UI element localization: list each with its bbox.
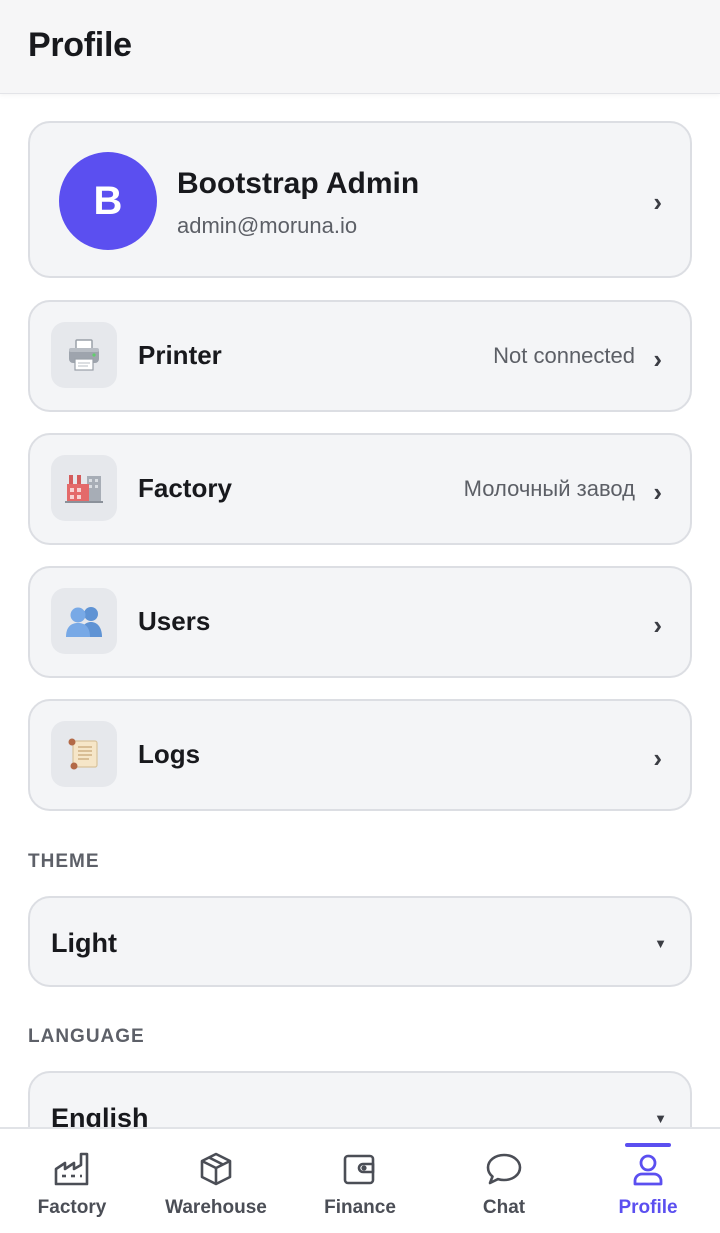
caret-down-icon: ▼: [654, 1111, 667, 1126]
tab-label: Factory: [37, 1197, 107, 1218]
tab-profile[interactable]: Profile: [576, 1129, 720, 1233]
tab-label: Profile: [618, 1197, 678, 1218]
settings-row-logs[interactable]: Logs ›: [28, 699, 692, 811]
caret-down-icon: ▼: [654, 936, 667, 951]
row-label-printer: Printer: [138, 340, 222, 370]
page-title: Profile: [28, 26, 132, 64]
factory-icon: [51, 455, 117, 521]
settings-row-factory[interactable]: Factory Молочный завод ›: [28, 433, 692, 545]
chevron-right-icon: ›: [653, 344, 662, 374]
user-name: Bootstrap Admin: [177, 167, 420, 200]
printer-icon: [51, 322, 117, 388]
theme-select[interactable]: Light ▼: [28, 896, 692, 987]
box-icon: [200, 1152, 232, 1186]
tab-chat[interactable]: Chat: [432, 1129, 576, 1233]
chat-bubble-icon: [486, 1153, 522, 1185]
settings-row-printer[interactable]: Printer Not connected ›: [28, 300, 692, 412]
person-icon: [633, 1154, 663, 1186]
language-section-label: LANGUAGE: [28, 1026, 145, 1047]
theme-section-label: THEME: [28, 851, 100, 872]
chevron-right-icon: ›: [653, 477, 662, 507]
chevron-right-icon: ›: [653, 187, 662, 217]
row-label-users: Users: [138, 606, 211, 636]
row-label-factory: Factory: [138, 473, 232, 503]
factory-icon: [54, 1152, 89, 1186]
tab-warehouse[interactable]: Warehouse: [144, 1129, 288, 1233]
user-email: admin@moruna.io: [177, 213, 358, 238]
theme-select-value: Light: [51, 928, 117, 958]
active-tab-indicator: [625, 1143, 671, 1147]
wallet-icon: [343, 1154, 375, 1185]
row-value-factory-name: Молочный завод: [463, 476, 635, 501]
chevron-right-icon: ›: [653, 610, 662, 640]
tab-factory[interactable]: Factory: [0, 1129, 144, 1233]
scroll-icon: [51, 721, 117, 787]
row-label-logs: Logs: [138, 739, 201, 769]
avatar: B: [59, 152, 157, 250]
tab-finance[interactable]: Finance: [288, 1129, 432, 1233]
user-profile-card[interactable]: B Bootstrap Admin admin@moruna.io ›: [28, 121, 692, 278]
app-header: Profile: [0, 0, 720, 94]
tab-label: Warehouse: [165, 1197, 267, 1218]
bottom-tab-bar: Factory Warehouse Finance Chat Profile: [0, 1127, 720, 1233]
tab-label: Chat: [482, 1197, 526, 1218]
users-icon: [51, 588, 117, 654]
tab-label: Finance: [324, 1197, 396, 1218]
settings-row-users[interactable]: Users ›: [28, 566, 692, 678]
row-value-printer-status: Not connected: [493, 343, 635, 368]
chevron-right-icon: ›: [653, 743, 662, 773]
